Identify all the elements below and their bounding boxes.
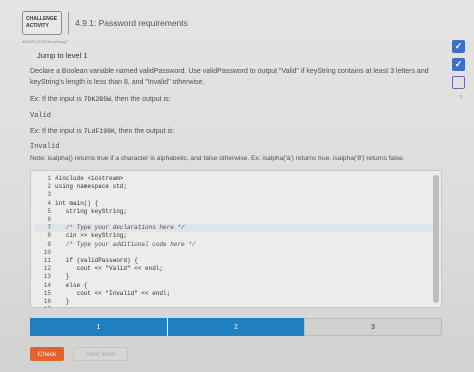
level-1-check-icon[interactable]: ✓: [452, 40, 465, 53]
code-text: cout << "Valid" << endl;: [55, 265, 164, 273]
code-line[interactable]: 2 using namespace std;: [35, 183, 127, 191]
code-text: string keyString;: [55, 207, 128, 215]
instruction-line-2: keyString's length is less than 8, and "…: [30, 79, 205, 86]
line-number: 16: [43, 298, 51, 305]
line-number: 12: [43, 265, 51, 273]
line-number: 9: [47, 240, 51, 248]
code-line[interactable]: 17: [35, 306, 55, 308]
example-1-suffix: , then the output is:: [111, 96, 171, 103]
check-button[interactable]: Check: [30, 347, 64, 361]
code-text: else {: [55, 281, 88, 289]
code-line[interactable]: 4 int main() {: [35, 200, 98, 208]
next-level-button[interactable]: Next level: [73, 347, 128, 361]
isalpha-note: Note: isalpha() returns true if a charac…: [30, 155, 405, 162]
line-number: 6: [47, 216, 51, 223]
line-number: 7: [47, 224, 51, 232]
code-comment: /* Type your additional code here */: [55, 240, 196, 248]
activity-title: 4.9.1: Password requirements: [75, 18, 188, 28]
line-number: 17: [35, 306, 51, 308]
example-1: Ex: If the input is 7DK2B5W, then the ou…: [30, 95, 171, 105]
badge-line2: ACTIVITY: [26, 23, 49, 29]
code-line[interactable]: 12 cout << "Valid" << endl;: [35, 265, 163, 273]
level-3-marker-icon: 3: [459, 94, 463, 99]
challenge-activity-badge: CHALLENGE ACTIVITY: [22, 11, 62, 35]
line-number: 10: [43, 248, 51, 256]
code-line[interactable]: 11 if (validPassword) {: [35, 257, 138, 265]
code-line[interactable]: 9 /* Type your additional code here */: [35, 241, 195, 249]
example-2-suffix: , then the output is:: [114, 128, 175, 135]
code-line[interactable]: 5 string keyString;: [35, 208, 127, 216]
page: CHALLENGE ACTIVITY 4.9.1: Password requi…: [0, 0, 474, 372]
code-line[interactable]: 15 cout << "Invalid" << endl;: [35, 290, 170, 298]
line-number: 4: [47, 199, 51, 207]
example-1-output: Valid: [30, 112, 52, 120]
header-divider: [68, 12, 69, 34]
activity-header: CHALLENGE ACTIVITY 4.9.1: Password requi…: [22, 10, 422, 36]
code-line[interactable]: 16 }: [35, 298, 70, 306]
code-text: cin >> keyString;: [55, 232, 128, 240]
example-2-output: Invalid: [30, 143, 60, 151]
line-number: 14: [43, 281, 51, 289]
level-3-segment[interactable]: 3: [304, 318, 442, 336]
example-2: Ex: If the input is 7LdF198K, then the o…: [30, 127, 174, 137]
code-comment: /* Type your declarations here */: [55, 224, 185, 232]
code-text: using namespace std;: [55, 183, 128, 191]
line-number: 1: [47, 175, 51, 182]
editor-scrollbar[interactable]: [433, 175, 439, 303]
level-status-icons: ✓ ✓ 3: [452, 40, 470, 99]
level-2-segment[interactable]: 2: [167, 318, 304, 336]
code-text: }: [55, 298, 70, 305]
code-line[interactable]: 14 else {: [35, 281, 88, 290]
level-progress-bar: 1 2 3: [30, 318, 442, 336]
instruction-line-1: Declare a Boolean variable named validPa…: [30, 68, 429, 75]
line-number: 8: [47, 232, 51, 240]
example-1-prefix: Ex: If the input is: [30, 96, 84, 103]
code-editor[interactable]: 1 #include <iostream> 2 using namespace st…: [30, 170, 442, 308]
line-number: 11: [43, 257, 51, 264]
code-text: if (validPassword) {: [55, 257, 138, 264]
code-line[interactable]: 3: [35, 191, 55, 199]
code-text: int main() {: [55, 199, 99, 207]
code-line[interactable]: 6: [35, 216, 55, 224]
code-line[interactable]: 8 cin >> keyString;: [35, 232, 127, 240]
example-1-input: 7DK2B5W: [83, 96, 112, 103]
code-line[interactable]: 10: [35, 249, 55, 257]
code-text: #include <iostream>: [55, 175, 124, 182]
example-2-input: 7LdF198K: [83, 128, 115, 135]
level-2-check-icon[interactable]: ✓: [452, 58, 465, 71]
activity-id: 405475.2720164.qx3zqy7: [22, 39, 69, 44]
jump-to-level-label[interactable]: Jump to level 1: [37, 51, 87, 60]
badge-line1: CHALLENGE: [26, 16, 58, 22]
code-line-active[interactable]: 7 /* Type your declarations here */: [35, 224, 435, 233]
line-number: 13: [43, 273, 51, 281]
level-3-outline-icon[interactable]: [452, 76, 465, 89]
example-2-prefix: Ex: If the input is: [30, 128, 84, 135]
code-text: cout << "Invalid" << endl;: [55, 289, 171, 297]
line-number: 5: [47, 207, 51, 215]
level-1-segment[interactable]: 1: [30, 318, 167, 336]
line-number: 3: [47, 191, 51, 199]
code-text: }: [55, 273, 70, 281]
code-line[interactable]: 1 #include <iostream>: [35, 175, 123, 183]
code-line[interactable]: 13 }: [35, 273, 70, 281]
line-number: 15: [43, 289, 51, 297]
line-number: 2: [47, 183, 51, 191]
